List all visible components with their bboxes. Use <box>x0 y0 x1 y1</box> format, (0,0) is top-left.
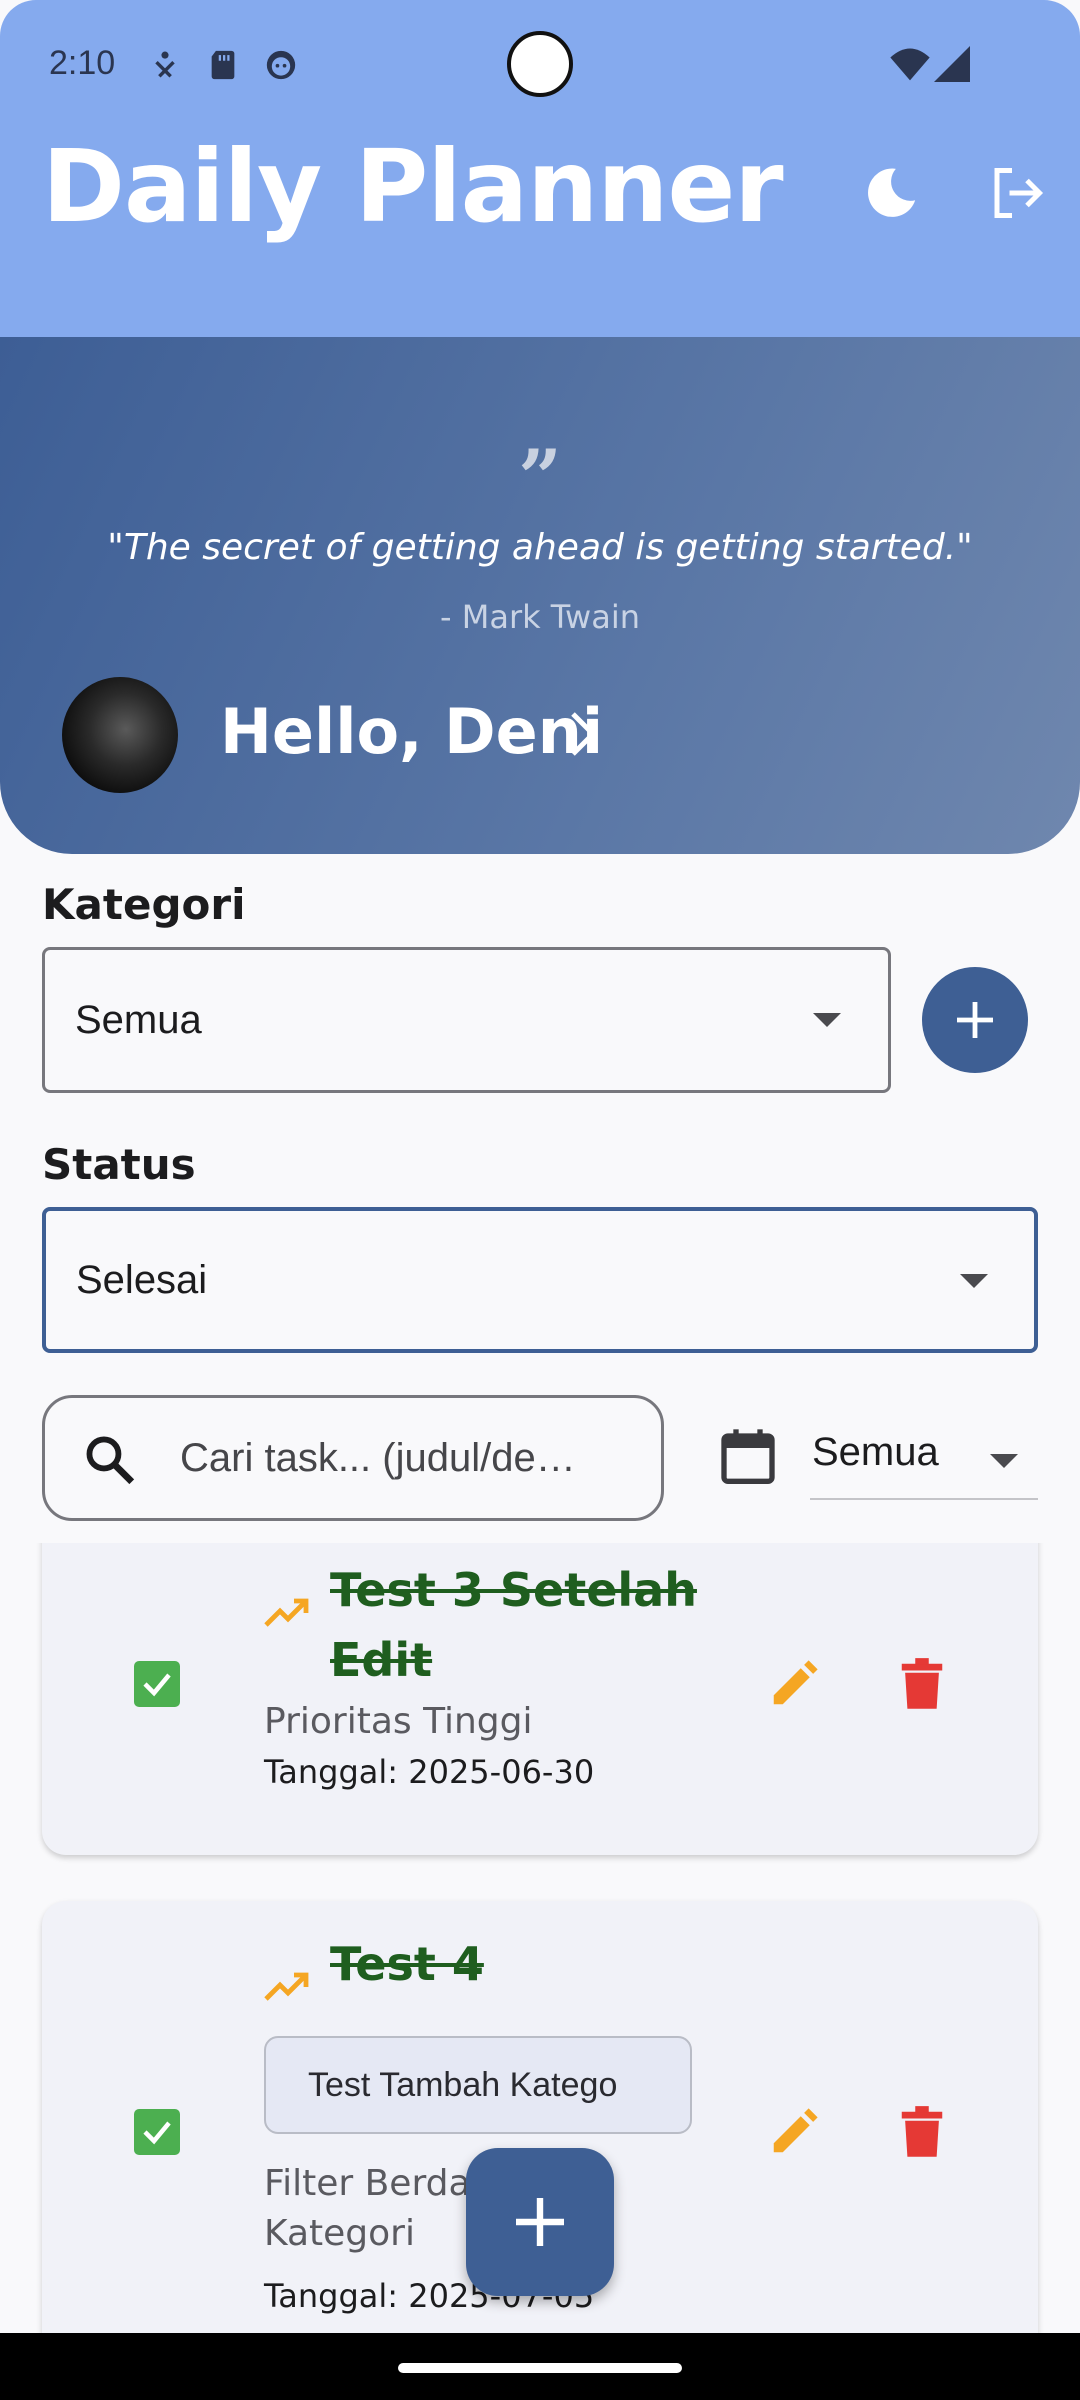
chevron-down-icon <box>990 1454 1018 1468</box>
plus-icon <box>516 2198 564 2246</box>
trash-icon <box>901 2106 943 2157</box>
chevron-down-icon <box>960 1274 988 1288</box>
sd-card-icon <box>211 50 235 80</box>
edit-icon <box>773 1660 818 1705</box>
moon-icon <box>868 168 916 217</box>
task-priority-line2: Kategori <box>264 2213 415 2254</box>
system-nav-bar <box>0 2333 1080 2400</box>
trending-up-icon <box>264 1598 309 1627</box>
plus-icon <box>957 1002 993 1038</box>
edit-button[interactable] <box>766 1656 822 1712</box>
quote-author: - Mark Twain <box>440 598 640 636</box>
edit-button[interactable] <box>766 2104 822 2160</box>
check-icon <box>143 1673 171 1697</box>
app-title: Daily Planner <box>42 128 784 245</box>
task-priority: Prioritas Tinggi <box>264 1701 533 1742</box>
greeting[interactable]: Hello, Deni <box>220 695 603 768</box>
task-checkbox[interactable] <box>134 1661 180 1707</box>
trash-icon <box>901 1658 943 1709</box>
add-category-button[interactable] <box>922 967 1028 1073</box>
date-filter-dropdown[interactable]: Semua <box>810 1420 1038 1500</box>
chevron-right-icon[interactable] <box>568 709 598 759</box>
trending-up-icon <box>264 1972 309 2001</box>
task-priority: Filter Berda <box>264 2163 471 2204</box>
avatar[interactable] <box>62 677 178 793</box>
edit-icon <box>773 2108 818 2153</box>
category-value: Semua <box>75 997 202 1042</box>
app-bar: 2:10 Daily Planner <box>0 0 1080 337</box>
quote-icon: ” <box>518 433 562 522</box>
status-value: Selesai <box>76 1257 208 1302</box>
quote-header: ” "The secret of getting ahead is gettin… <box>0 337 1080 854</box>
category-dropdown[interactable]: Semua <box>42 947 891 1093</box>
wifi-icon <box>890 48 930 81</box>
category-chip: Test Tambah Katego <box>264 2036 692 2134</box>
cell-signal-icon <box>934 46 970 82</box>
dark-mode-button[interactable] <box>856 158 926 228</box>
delete-button[interactable] <box>894 1656 950 1712</box>
category-label: Kategori <box>42 880 246 929</box>
task-title: Test 3 Setelah <box>330 1563 697 1617</box>
accessibility-icon <box>155 51 175 78</box>
delete-button[interactable] <box>894 2104 950 2160</box>
task-title: Test 4 <box>330 1937 484 1991</box>
add-task-button[interactable] <box>466 2148 614 2296</box>
status-dropdown[interactable]: Selesai <box>42 1207 1038 1353</box>
date-filter-value: Semua <box>812 1430 939 1474</box>
quote-text: "The secret of getting ahead is getting … <box>107 527 973 568</box>
status-time: 2:10 <box>49 44 116 82</box>
task-card[interactable]: Test 3 Setelah Edit Prioritas Tinggi Tan… <box>42 1543 1038 1855</box>
chevron-down-icon <box>813 1013 841 1027</box>
calendar-icon[interactable] <box>716 1424 780 1488</box>
search-input[interactable]: Cari task... (judul/de… <box>42 1395 664 1521</box>
task-title-line2: Edit <box>330 1633 433 1687</box>
task-checkbox[interactable] <box>134 2109 180 2155</box>
search-placeholder: Cari task... (judul/de… <box>180 1436 576 1480</box>
logout-button[interactable] <box>982 158 1052 228</box>
face-icon <box>266 50 296 80</box>
task-date: Tanggal: 2025-06-30 <box>264 1753 595 1791</box>
logout-icon <box>994 168 1044 218</box>
search-icon <box>86 1436 135 1485</box>
status-label: Status <box>42 1140 196 1189</box>
camera-cutout <box>507 31 573 97</box>
check-icon <box>143 2121 171 2145</box>
home-handle[interactable] <box>398 2363 682 2373</box>
